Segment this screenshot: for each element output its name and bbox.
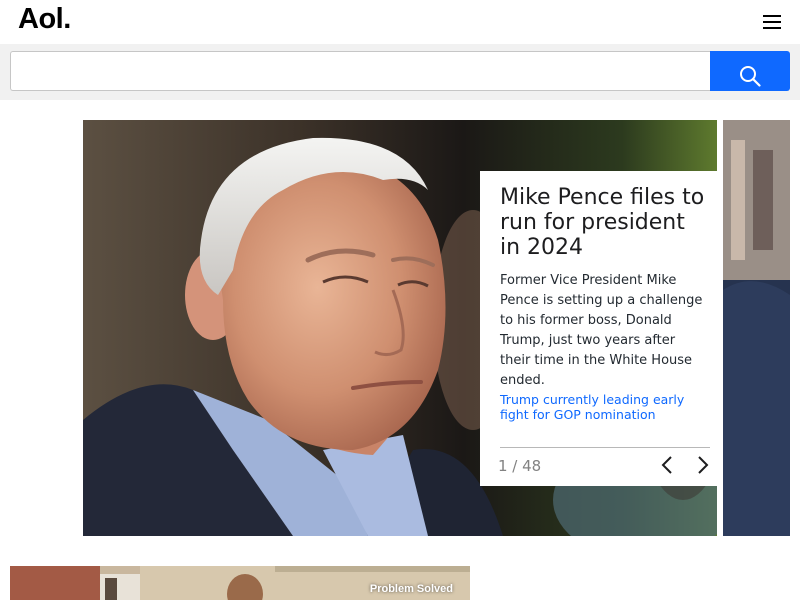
header: Aol. [0,0,800,44]
slide-summary: Former Vice President Mike Pence is sett… [500,273,703,388]
menu-bar [763,21,781,23]
search-button[interactable] [710,51,790,91]
chevron-right-icon [698,456,709,474]
related-story-link[interactable]: Trump currently leading early fight for … [500,392,707,422]
search-icon [740,65,761,87]
search-input[interactable] [10,51,710,91]
menu-bar [763,15,781,17]
next-slide-button[interactable] [690,453,714,477]
chevron-left-icon [661,456,672,474]
previous-slide-button[interactable] [656,453,680,477]
divider [500,447,710,448]
slide-caption-card: Mike Pence files to run for president in… [480,171,717,486]
aol-logo[interactable]: Aol. [18,3,71,36]
next-slide-photo[interactable] [723,120,790,536]
problem-solved-teaser[interactable]: Problem Solved [10,566,470,600]
teaser-tag: Problem Solved [369,583,453,595]
menu-bar [763,27,781,29]
next-photo-illustration [723,120,790,536]
hamburger-menu-icon[interactable] [763,14,781,30]
slide-counter: 1 / 48 [498,457,542,475]
slide-headline[interactable]: Mike Pence files to run for president in… [500,185,707,260]
